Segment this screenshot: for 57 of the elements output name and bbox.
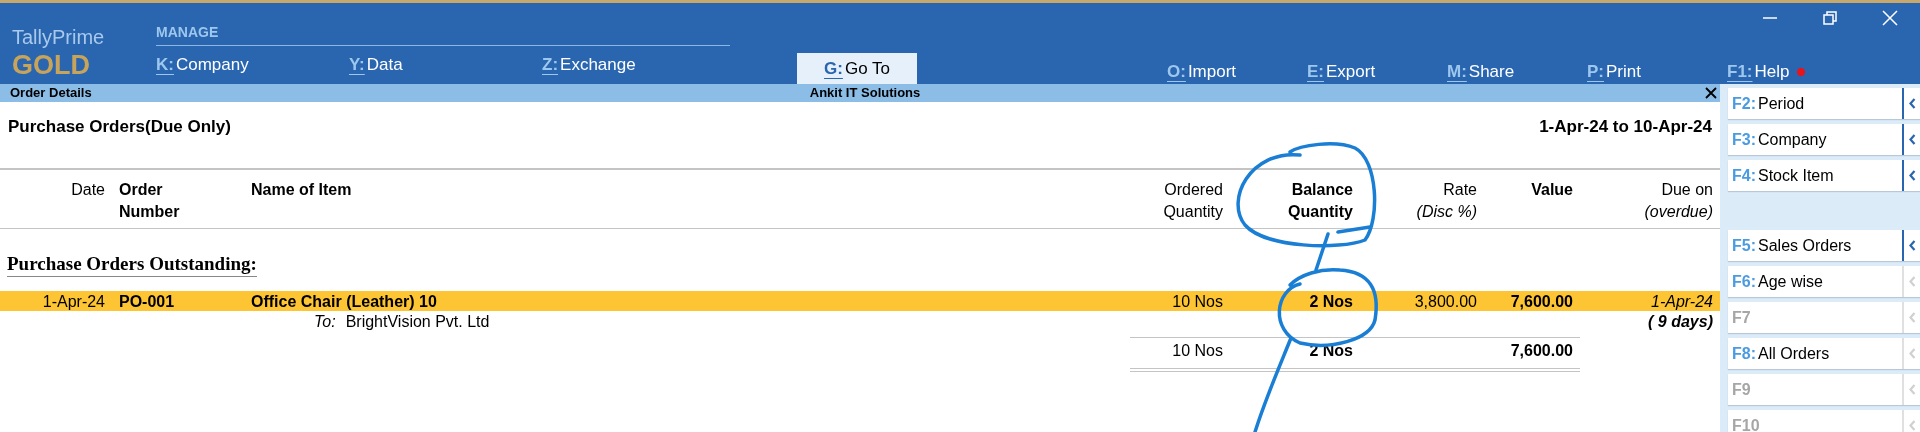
total-cell-text: 10 Nos — [1171, 341, 1224, 361]
table-cell-text: 1-Apr-24 — [1650, 292, 1714, 312]
sidebar-button[interactable]: F4:Stock Item — [1728, 160, 1920, 191]
menu-item[interactable]: E:Export — [1307, 61, 1447, 83]
column-header: Date — [70, 180, 106, 200]
edition-label: GOLD — [12, 49, 91, 81]
chevron-left-icon — [1908, 170, 1916, 181]
column-header: Ordered Quantity — [1162, 180, 1224, 222]
menu-item[interactable]: F1:Help — [1727, 61, 1867, 83]
table-cell-text: 10 Nos — [1171, 292, 1224, 312]
column-header: Rate (Disc %) — [1415, 180, 1478, 222]
sidebar-button[interactable]: F8:All Orders — [1728, 338, 1920, 369]
report-period: 1-Apr-24 to 10-Apr-24 — [1539, 116, 1712, 138]
table-cell-text: PO-001 — [118, 292, 176, 312]
party-prefix: To: — [314, 313, 336, 331]
party-name: BrightVision Pvt. Ltd — [345, 313, 490, 331]
restore-icon — [1823, 11, 1837, 25]
sidebar-button[interactable]: F3:Company — [1728, 124, 1920, 155]
close-icon — [1705, 87, 1717, 99]
brand-name: TallyPrime — [12, 25, 106, 49]
menu-item[interactable]: O:Import — [1167, 61, 1307, 83]
chevron-left-icon — [1908, 384, 1916, 395]
menu-item[interactable]: Y:Data — [349, 54, 542, 76]
menu-item[interactable]: Z:Exchange — [542, 54, 735, 76]
close-icon — [1882, 10, 1898, 26]
menu-item[interactable]: K:Company — [156, 54, 349, 76]
column-header: Value — [1530, 180, 1574, 200]
total-cell-text: 7,600.00 — [1509, 341, 1574, 361]
chevron-left-icon — [1908, 420, 1916, 431]
go-to-button[interactable]: G:Go To — [797, 53, 917, 84]
chevron-left-icon — [1908, 134, 1916, 145]
chevron-left-icon — [1908, 312, 1916, 323]
report-title: Purchase Orders(Due Only) — [8, 116, 231, 138]
chevron-left-icon — [1908, 98, 1916, 109]
table-cell-text: Office Chair (Leather) 10 — [250, 292, 438, 312]
menu-section-title: MANAGE — [156, 23, 730, 46]
order-row[interactable]: 1-Apr-24 PO-001 Office Chair (Leather) 10 10 Nos 2 Nos 3,800.00 7,600.00 1-Apr-24 — [0, 291, 1720, 311]
section-heading: Purchase Orders Outstanding: — [7, 253, 257, 277]
menu-item[interactable]: M:Share — [1447, 61, 1587, 83]
column-header: Name of Item — [250, 180, 353, 200]
report-name: Order Details — [10, 85, 92, 101]
sidebar-button[interactable]: F6:Age wise — [1728, 266, 1920, 297]
sidebar-button[interactable]: F2:Period — [1728, 88, 1920, 119]
chevron-left-icon — [1908, 348, 1916, 359]
chevron-left-icon — [1908, 276, 1916, 287]
table-cell-text: 1-Apr-24 — [41, 292, 106, 312]
column-header: Due on (overdue) — [1643, 180, 1714, 222]
chevron-left-icon — [1908, 240, 1916, 251]
table-cell-text: 3,800.00 — [1413, 292, 1478, 312]
table-cell-text: 2 Nos — [1308, 292, 1354, 312]
company-name: Ankit IT Solutions — [809, 85, 921, 101]
table-cell-text: 7,600.00 — [1509, 292, 1574, 312]
overdue-days: ( 9 days) — [1580, 311, 1720, 333]
sidebar-button[interactable]: F5:Sales Orders — [1728, 230, 1920, 261]
column-header: Order Number — [118, 180, 181, 222]
menu-item[interactable]: P:Print — [1587, 61, 1727, 83]
column-header: Balance Quantity — [1287, 180, 1354, 222]
